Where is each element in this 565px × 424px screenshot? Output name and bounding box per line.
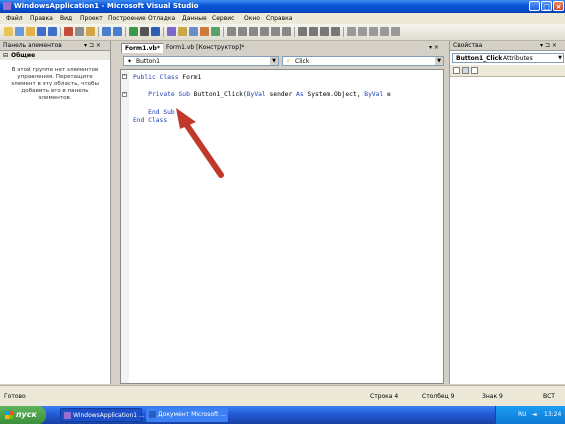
categorized-icon[interactable] — [453, 67, 460, 74]
status-column: Столбец 9 — [422, 393, 455, 400]
status-mode: ВСТ — [543, 393, 555, 400]
task-label: Документ Microsoft ... — [158, 411, 227, 418]
property-pages-icon[interactable] — [471, 67, 478, 74]
status-text: Готово — [4, 393, 26, 400]
clock: 13:24 — [544, 411, 562, 418]
taskbar: пуск WindowsApplication1 ... Документ Mi… — [0, 406, 565, 424]
properties-header: Свойства ▾ ⊐ × — [450, 41, 565, 51]
selected-type: Attributes — [503, 55, 533, 62]
alphabetical-icon[interactable] — [462, 67, 469, 74]
properties-object-selector[interactable]: Button1_Click Attributes ▼ — [452, 53, 564, 63]
task-word-document[interactable]: Документ Microsoft ... — [146, 408, 228, 422]
arrow-head — [176, 108, 196, 129]
chevron-down-icon: ▼ — [558, 55, 562, 61]
properties-title: Свойства — [453, 42, 483, 49]
start-button[interactable]: пуск — [0, 406, 46, 424]
properties-toolbar — [450, 65, 565, 77]
windows-logo-icon — [5, 411, 13, 419]
status-bar: Готово Строка 4 Столбец 9 Знак 9 ВСТ — [0, 385, 565, 407]
arrow-shaft — [183, 121, 224, 178]
properties-panel: Свойства ▾ ⊐ × Button1_Click Attributes … — [449, 41, 565, 384]
task-label: WindowsApplication1 ... — [73, 412, 145, 419]
selected-object: Button1_Click — [456, 55, 503, 62]
task-visual-studio[interactable]: WindowsApplication1 ... — [60, 408, 145, 422]
language-indicator[interactable]: RU — [518, 411, 527, 418]
visual-studio-icon — [64, 412, 71, 419]
status-line: Строка 4 — [370, 393, 399, 400]
word-icon — [149, 411, 156, 418]
properties-pane-controls[interactable]: ▾ ⊐ × — [540, 42, 557, 49]
speaker-icon[interactable]: ◄ — [532, 411, 537, 418]
start-label: пуск — [16, 410, 37, 419]
status-char: Знак 9 — [482, 393, 503, 400]
system-tray: RU ◄ 13:24 — [495, 406, 565, 424]
